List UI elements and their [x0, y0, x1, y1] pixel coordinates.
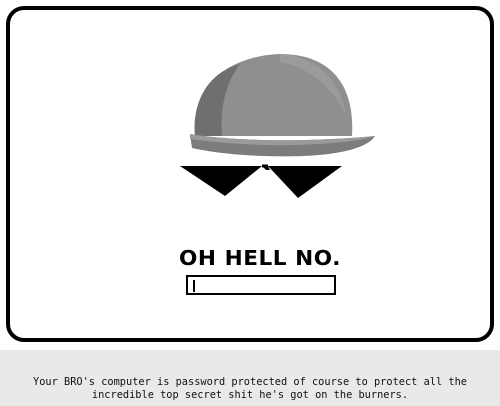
login-panel: OH HELL NO. — [6, 6, 494, 342]
footer-line-1: Your BRO's computer is password protecte… — [33, 376, 467, 388]
footer-bar: Your BRO's computer is password protecte… — [0, 350, 500, 406]
password-field[interactable] — [186, 275, 336, 296]
footer-line-2: incredible top secret shit he's got on t… — [91, 389, 409, 401]
text-caret — [193, 280, 195, 292]
cap-icon — [190, 54, 375, 157]
password-input[interactable] — [188, 280, 334, 296]
bro-cap-and-shades-art — [180, 54, 375, 198]
footer-caption: Your BRO's computer is password protecte… — [10, 376, 490, 402]
page-title: OH HELL NO. — [179, 246, 341, 270]
sunglasses-icon — [180, 164, 342, 198]
